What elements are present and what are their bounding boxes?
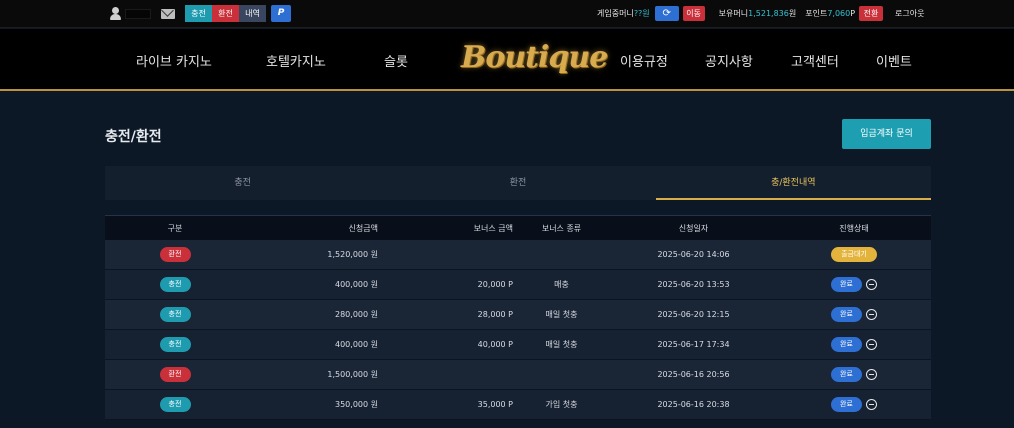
header-date: 신청일자: [678, 223, 709, 233]
table-row: 충전 400,000 원 20,000 P 매충 2025-06-20 13:5…: [105, 270, 931, 300]
deposit-account-inquiry-button[interactable]: 입금계좌 문의: [842, 119, 931, 149]
header-bonus-type: 보너스 종류: [541, 223, 582, 233]
quick-charge-button[interactable]: 충전: [185, 5, 212, 22]
type-badge: 충전: [159, 397, 191, 412]
convert-button[interactable]: 전환: [859, 6, 884, 21]
nav-rules[interactable]: 이용규정: [620, 51, 668, 70]
delete-icon[interactable]: [866, 309, 877, 320]
nav-event[interactable]: 이벤트: [876, 51, 912, 70]
delete-icon[interactable]: [866, 339, 877, 350]
logout-link[interactable]: 로그아웃: [895, 8, 924, 19]
mail-icon[interactable]: [161, 8, 175, 19]
table-row: 충전 400,000 원 40,000 P 매일 첫충 2025-06-17 1…: [105, 330, 931, 360]
delete-icon[interactable]: [866, 279, 877, 290]
amount-cell: 1,500,000 원: [327, 370, 378, 379]
status-badge: 완료: [831, 307, 862, 322]
bonus-type-cell: 매일 첫충: [545, 310, 578, 319]
status-badge: 출금대기: [831, 247, 877, 262]
bonus-cell: 35,000 P: [477, 400, 513, 409]
date-cell: 2025-06-16 20:38: [657, 400, 730, 409]
balance-unit: 원: [788, 9, 797, 18]
top-bar: 충전 환전 내역 P 게임중머니 ??원 ⟳ 이동 보유머니 1,521,836…: [0, 0, 1014, 28]
delete-icon[interactable]: [866, 369, 877, 380]
type-badge: 충전: [159, 337, 191, 352]
table-row: 충전 350,000 원 35,000 P 가입 첫충 2025-06-16 2…: [105, 390, 931, 420]
bonus-cell: [378, 240, 513, 269]
nav-hotel-casino[interactable]: 호텔카지노: [266, 51, 326, 70]
date-cell: 2025-06-20 14:06: [657, 250, 730, 259]
amount-cell: 1,520,000 원: [327, 250, 378, 259]
bonus-cell: 28,000 P: [477, 310, 513, 319]
amount-cell: 400,000 원: [335, 280, 378, 289]
tab-exchange[interactable]: 환전: [380, 166, 655, 200]
status-badge: 완료: [831, 397, 862, 412]
quick-tabs: 충전 환전 내역: [185, 5, 266, 22]
points-label: 포인트: [805, 9, 828, 18]
balance-value: 1,521,836: [748, 9, 789, 18]
bonus-type-cell: 매충: [554, 280, 569, 289]
date-cell: 2025-06-16 20:56: [657, 370, 730, 379]
type-badge: 환전: [159, 367, 191, 382]
status-badge: 완료: [831, 337, 862, 352]
status-badge: 완료: [831, 367, 862, 382]
quick-exchange-button[interactable]: 환전: [212, 5, 239, 22]
tab-history[interactable]: 충/환전내역: [655, 166, 931, 200]
game-money-label: 게임중머니: [597, 9, 634, 18]
move-button[interactable]: 이동: [682, 6, 705, 21]
balance-label: 보유머니: [718, 9, 749, 18]
logo[interactable]: Boutique: [461, 37, 608, 79]
tab-charge[interactable]: 충전: [105, 166, 380, 200]
history-table: 구분 신청금액 보너스 금액 보너스 종류 신청일자 진행상태 환전 1,520…: [105, 215, 931, 420]
amount-cell: 350,000 원: [335, 400, 378, 409]
bonus-cell: 40,000 P: [477, 340, 513, 349]
points-unit: P: [850, 9, 856, 18]
points-value: 7,060: [827, 9, 851, 18]
bonus-type-cell: 매일 첫충: [545, 340, 578, 349]
refresh-icon[interactable]: ⟳: [654, 6, 679, 21]
amount-cell: 280,000 원: [335, 310, 378, 319]
nav-slot[interactable]: 슬롯: [384, 51, 408, 70]
bonus-cell: 20,000 P: [477, 280, 513, 289]
quick-history-button[interactable]: 내역: [239, 5, 266, 22]
top-bar-right: 게임중머니 ??원 ⟳ 이동 보유머니 1,521,836 원 포인트 7,06…: [597, 5, 925, 22]
date-cell: 2025-06-20 13:53: [657, 280, 730, 289]
nav-notice[interactable]: 공지사항: [705, 51, 753, 70]
main-nav: 라이브 카지노 호텔카지노 슬롯 Boutique 이용규정 공지사항 고객센터…: [0, 29, 1014, 91]
top-bar-left: 충전 환전 내역 P: [109, 5, 291, 22]
header-bonus: 보너스 금액: [473, 223, 513, 233]
tab-bar: 충전 환전 충/환전내역: [105, 166, 931, 200]
status-badge: 완료: [831, 277, 862, 292]
table-row: 환전 1,500,000 원 2025-06-16 20:56 완료: [105, 360, 931, 390]
game-money-value: ??원: [633, 9, 650, 18]
bonus-type-cell: 가입 첫충: [545, 400, 578, 409]
nav-support[interactable]: 고객센터: [791, 51, 839, 70]
user-icon: [109, 7, 122, 20]
table-row: 환전 1,520,000 원 2025-06-20 14:06 출금대기: [105, 240, 931, 270]
table-row: 충전 280,000 원 28,000 P 매일 첫충 2025-06-20 1…: [105, 300, 931, 330]
date-cell: 2025-06-20 12:15: [657, 310, 730, 319]
type-badge: 환전: [159, 247, 191, 262]
type-badge: 충전: [159, 277, 191, 292]
header-type: 구분: [167, 223, 183, 233]
bonus-type-cell: [513, 240, 610, 269]
bonus-cell: [378, 360, 513, 389]
username-redacted: [125, 8, 151, 19]
header-amount: 신청금액: [348, 223, 378, 233]
point-button[interactable]: P: [271, 5, 291, 22]
delete-icon[interactable]: [866, 399, 877, 410]
date-cell: 2025-06-17 17:34: [657, 340, 730, 349]
type-badge: 충전: [159, 307, 191, 322]
bonus-type-cell: [513, 360, 610, 389]
page-title: 충전/환전: [105, 129, 162, 145]
amount-cell: 400,000 원: [335, 340, 378, 349]
table-header: 구분 신청금액 보너스 금액 보너스 종류 신청일자 진행상태: [105, 215, 931, 240]
header-status: 진행상태: [839, 223, 869, 233]
nav-live-casino[interactable]: 라이브 카지노: [136, 51, 212, 70]
